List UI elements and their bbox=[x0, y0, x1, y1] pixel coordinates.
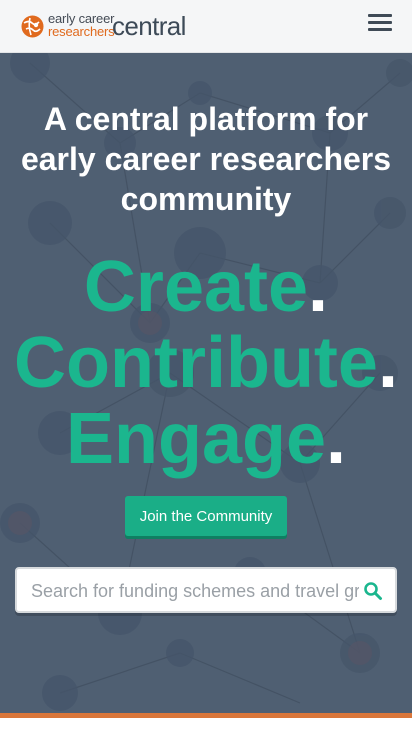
motto-dot: . bbox=[326, 399, 347, 479]
site-logo[interactable]: early career researchers central bbox=[20, 12, 200, 42]
motto-word: Contribute bbox=[14, 323, 378, 403]
logo-text-central: central bbox=[112, 11, 186, 41]
globe-logo-icon bbox=[21, 15, 44, 38]
hero-headline: A central platform for early career rese… bbox=[20, 101, 392, 217]
motto-dot: . bbox=[308, 247, 329, 327]
join-community-button[interactable]: Join the Community bbox=[125, 496, 287, 536]
motto-engage: Engage. bbox=[0, 401, 412, 477]
motto-dot: . bbox=[377, 323, 398, 403]
logo-text-researchers: researchers bbox=[48, 24, 115, 39]
motto-word: Engage bbox=[65, 399, 327, 479]
search-input[interactable] bbox=[31, 578, 359, 604]
hero-content: A central platform for early career rese… bbox=[0, 53, 412, 713]
search-icon[interactable] bbox=[363, 581, 383, 601]
search-box bbox=[15, 567, 397, 613]
hamburger-menu-icon[interactable] bbox=[368, 14, 392, 36]
top-navigation-bar: early career researchers central bbox=[0, 0, 412, 53]
bottom-accent-strip bbox=[0, 713, 412, 718]
motto-contribute: Contribute. bbox=[0, 325, 412, 401]
motto-word: Create bbox=[83, 247, 309, 327]
hero-section: A central platform for early career rese… bbox=[0, 53, 412, 713]
motto-create: Create. bbox=[0, 249, 412, 325]
